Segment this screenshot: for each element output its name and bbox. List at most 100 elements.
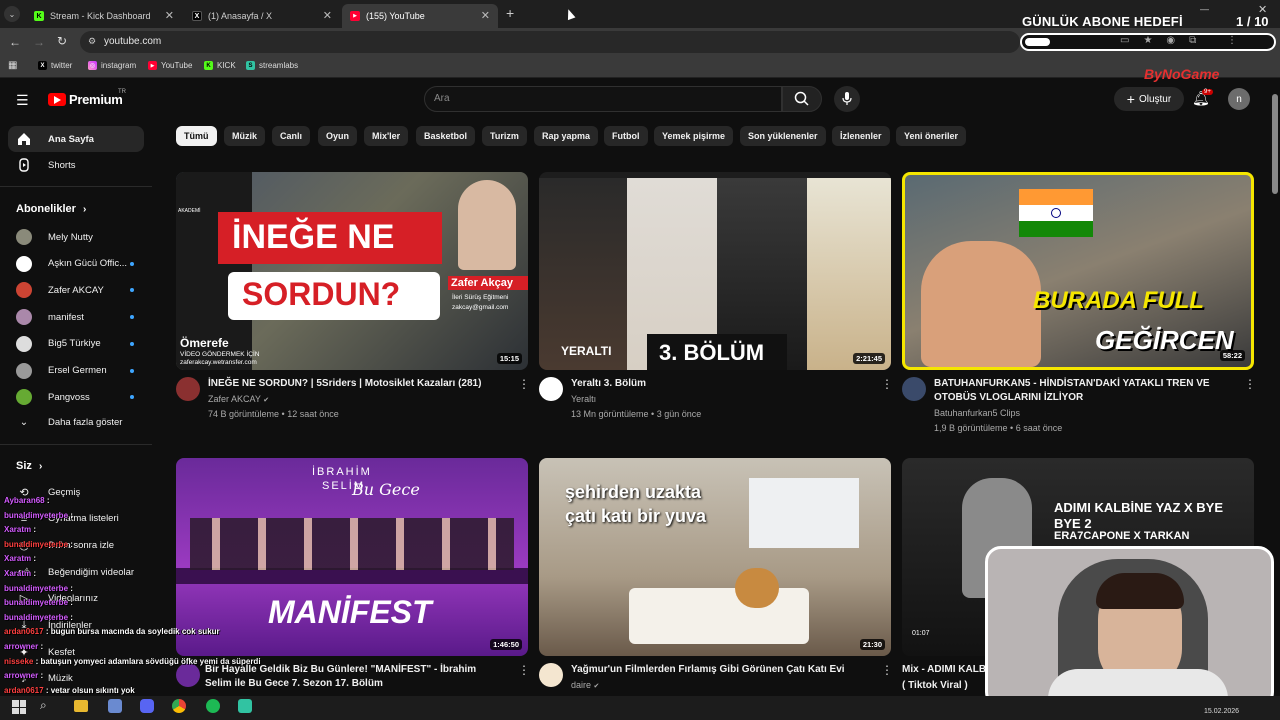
- search-button[interactable]: [782, 86, 822, 112]
- discord-icon[interactable]: [140, 699, 154, 713]
- thumb-person: [458, 180, 516, 270]
- channel-avatar[interactable]: [902, 377, 926, 401]
- forward-icon[interactable]: →: [33, 35, 45, 49]
- verified-icon: ✔: [263, 397, 270, 404]
- sidebar-subscription[interactable]: Pangvoss: [8, 384, 144, 410]
- app-icon[interactable]: [108, 699, 122, 713]
- back-icon[interactable]: ←: [9, 35, 21, 49]
- sidebar-show-more[interactable]: ⌄ Daha fazla göster: [8, 409, 144, 435]
- apps-grid-icon[interactable]: ▦: [8, 60, 17, 71]
- filter-chip[interactable]: Canlı: [272, 126, 311, 146]
- video-channel[interactable]: Yeraltı: [571, 394, 596, 404]
- chat-message: Xaratm :: [4, 554, 36, 563]
- sidebar-subscription[interactable]: Aşkın Gücü Offic...: [8, 251, 144, 277]
- chrome-icon[interactable]: [172, 699, 186, 713]
- spotify-icon[interactable]: [206, 699, 220, 713]
- filter-chip[interactable]: Oyun: [318, 126, 358, 146]
- voice-search-button[interactable]: [834, 86, 860, 112]
- thumb-person: [807, 178, 891, 370]
- create-button[interactable]: + Oluştur: [1114, 87, 1184, 111]
- video-title[interactable]: Yeraltı 3. Bölüm: [571, 377, 871, 391]
- video-title[interactable]: Yağmur'un Filmlerden Fırlamış Gibi Görün…: [571, 663, 871, 677]
- video-channel[interactable]: ( Tiktok Viral ): [902, 680, 968, 691]
- search-input[interactable]: [424, 86, 782, 112]
- tab-kick-dashboard[interactable]: K Stream - Kick Dashboard ✕: [26, 4, 182, 28]
- filter-chip[interactable]: Basketbol: [416, 126, 476, 146]
- filter-chip[interactable]: Müzik: [224, 126, 266, 146]
- channel-avatar[interactable]: [176, 377, 200, 401]
- sidebar-subscription[interactable]: Big5 Türkiye: [8, 331, 144, 357]
- close-tab-icon[interactable]: ✕: [481, 9, 490, 22]
- windows-start-icon[interactable]: [12, 700, 26, 714]
- site-info-icon[interactable]: ⚙: [88, 36, 96, 47]
- account-avatar[interactable]: n: [1228, 88, 1250, 110]
- filter-chip[interactable]: Yemek pişirme: [654, 126, 734, 146]
- page-scrollbar[interactable]: [1272, 94, 1278, 194]
- video-thumbnail[interactable]: şehirden uzakta çatı katı bir yuva 21:30: [539, 458, 891, 656]
- channel-avatar[interactable]: [539, 663, 563, 687]
- sidebar-subscription[interactable]: Mely Nutty: [8, 224, 144, 250]
- sidebar-subscription[interactable]: Zafer AKCAY: [8, 277, 144, 303]
- more-options-icon[interactable]: ⋮: [881, 377, 893, 391]
- sidebar-subscription[interactable]: Ersel Germen: [8, 358, 144, 384]
- tab-search-dropdown[interactable]: ⌄: [4, 6, 20, 22]
- video-channel[interactable]: daire ✔: [571, 680, 599, 690]
- filter-chip[interactable]: Futbol: [604, 126, 648, 146]
- video-title[interactable]: Mix - ADIMI KALB: [902, 663, 986, 677]
- url-text[interactable]: youtube.com: [104, 36, 161, 47]
- chat-message: Aybaran68 :: [4, 496, 50, 505]
- bookmark-twitter[interactable]: X twitter: [38, 61, 72, 70]
- reload-icon[interactable]: ↻: [57, 34, 67, 48]
- close-tab-icon[interactable]: ✕: [165, 9, 174, 22]
- chat-separator: :: [31, 554, 37, 564]
- chat-message: Xaratm :: [4, 525, 36, 534]
- filter-chip[interactable]: Rap yapma: [534, 126, 599, 146]
- video-channel[interactable]: Zafer AKCAY ✔: [208, 394, 269, 404]
- youtube-logo-text[interactable]: Premium: [69, 92, 123, 107]
- youtube-logo-icon[interactable]: [48, 93, 66, 106]
- new-tab-button[interactable]: +: [506, 5, 514, 21]
- sidebar-item-home[interactable]: Ana Sayfa: [8, 126, 144, 152]
- filter-chip[interactable]: Tümü: [176, 126, 217, 146]
- more-options-icon[interactable]: ⋮: [881, 663, 893, 677]
- filter-chip[interactable]: İzlenenler: [832, 126, 890, 146]
- thumb-text: çatı katı bir yuva: [565, 506, 707, 526]
- video-title[interactable]: İNEĞE NE SORDUN? | 5Sriders | Motosiklet…: [208, 377, 508, 391]
- channel-avatar[interactable]: [539, 377, 563, 401]
- bookmark-youtube[interactable]: ▶ YouTube: [148, 61, 192, 70]
- sidebar-subscription[interactable]: manifest: [8, 304, 144, 330]
- chat-text: bugun bursa macında da soyledik cok suku…: [50, 627, 220, 637]
- filter-chip[interactable]: Turizm: [482, 126, 527, 146]
- file-explorer-icon[interactable]: [74, 700, 88, 712]
- hamburger-menu-icon[interactable]: ☰: [16, 92, 29, 109]
- subscriber-goal-fill: [1025, 38, 1050, 46]
- minimize-icon[interactable]: —: [1200, 4, 1209, 14]
- sidebar-item-label: Mely Nutty: [48, 231, 93, 243]
- omnibox[interactable]: [80, 31, 1020, 53]
- video-title[interactable]: Bir Hayalle Geldik Biz Bu Günlere! "MANİ…: [205, 663, 505, 691]
- video-title[interactable]: BATUHANFURKAN5 - HİNDİSTAN'DAKİ YATAKLI …: [934, 377, 1234, 405]
- bookmark-kick[interactable]: K KICK: [204, 61, 236, 70]
- video-thumbnail[interactable]: İBRAHİM SELİM Bu Gece MANİFEST 1:46:50: [176, 458, 528, 656]
- video-channel[interactable]: Batuhanfurkan5 Clips: [934, 408, 1020, 418]
- more-options-icon[interactable]: ⋮: [518, 377, 530, 391]
- bookmark-instagram[interactable]: ◎ instagram: [88, 61, 136, 70]
- bookmark-streamlabs[interactable]: S streamlabs: [246, 61, 298, 70]
- video-thumbnail[interactable]: YERALTI 3. BÖLÜM 2:21:45: [539, 172, 891, 370]
- channel-avatar[interactable]: [176, 663, 200, 687]
- video-thumbnail[interactable]: AKADEMİ İNEĞE NE SORDUN? Zafer Akçay İle…: [176, 172, 528, 370]
- sidebar-item-shorts[interactable]: Shorts: [8, 152, 144, 178]
- you-header[interactable]: Siz ›: [16, 460, 42, 472]
- streamlabs-icon[interactable]: [238, 699, 252, 713]
- tab-youtube[interactable]: ▶ (155) YouTube ✕: [342, 4, 498, 28]
- filter-chip[interactable]: Son yüklenenler: [740, 126, 826, 146]
- more-options-icon[interactable]: ⋮: [1244, 377, 1256, 391]
- filter-chip[interactable]: Yeni öneriler: [896, 126, 967, 146]
- more-options-icon[interactable]: ⋮: [518, 663, 530, 677]
- taskbar-search-icon[interactable]: ⌕: [40, 698, 47, 713]
- tab-x-home[interactable]: X (1) Anasayfa / X ✕: [184, 4, 340, 28]
- filter-chip[interactable]: Mix'ler: [364, 126, 409, 146]
- subscriptions-header[interactable]: Abonelikler ›: [16, 203, 86, 215]
- video-thumbnail[interactable]: BURADA FULL GEĞİRCEN 58:22: [902, 172, 1254, 370]
- close-tab-icon[interactable]: ✕: [323, 9, 332, 22]
